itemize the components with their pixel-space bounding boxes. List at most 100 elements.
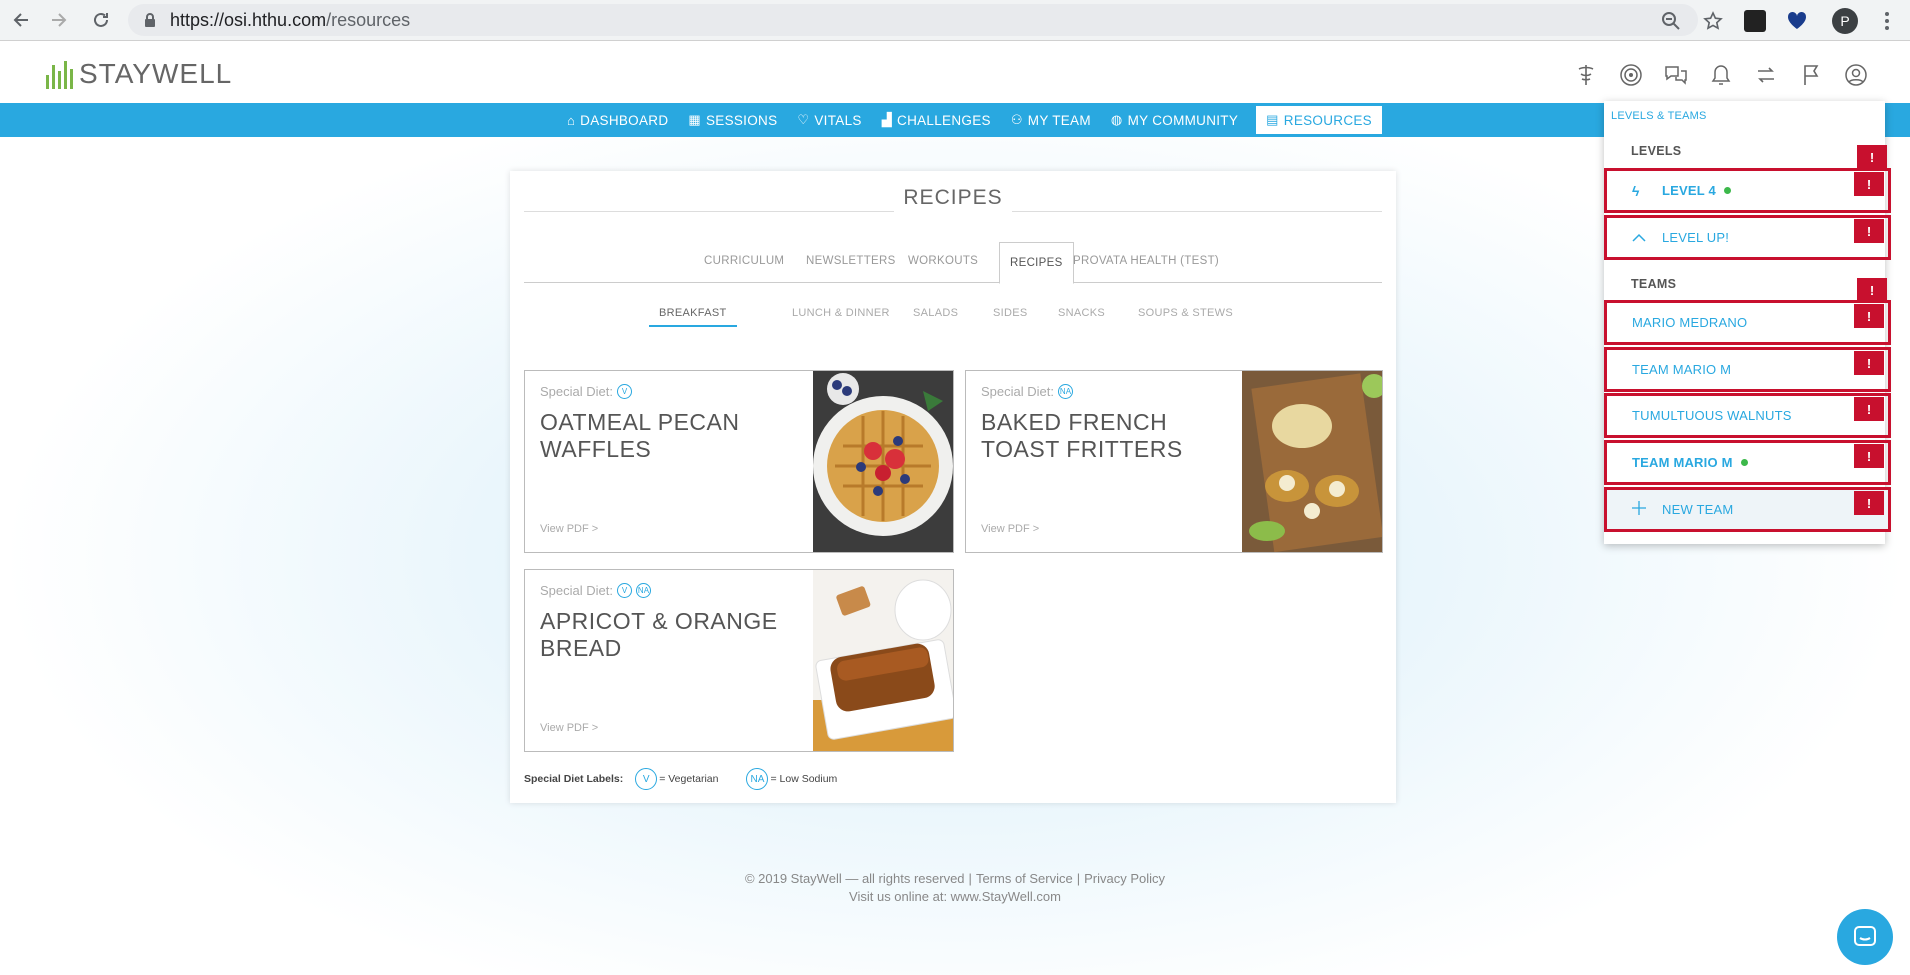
- chat-icon: [1854, 926, 1876, 946]
- calendar-icon: ▦: [688, 112, 701, 127]
- french-toast-image: [1242, 371, 1382, 552]
- error-marker: !: [1854, 172, 1884, 196]
- low-sodium-badge: NA: [746, 768, 769, 790]
- nav-vitals[interactable]: ♡ VITALS: [787, 106, 871, 134]
- profile-avatar[interactable]: P: [1832, 7, 1858, 34]
- subtab-sides[interactable]: SIDES: [993, 307, 1028, 325]
- back-arrow-icon[interactable]: [8, 7, 34, 33]
- nav-resources[interactable]: ▤ RESOURCES: [1256, 106, 1382, 134]
- dropdown-header: LEVELS & TEAMS: [1611, 110, 1707, 122]
- footer: © 2019 StayWell — all rights reserved | Te…: [0, 870, 1910, 906]
- reload-icon[interactable]: [88, 7, 114, 33]
- copyright-text: © 2019 StayWell — all rights reserved: [744, 871, 965, 886]
- recipe-title: APRICOT & ORANGE BREAD: [540, 608, 778, 661]
- logo-bars-icon: [46, 59, 73, 89]
- privacy-link[interactable]: Privacy Policy: [1084, 871, 1165, 886]
- low-sodium-badge: NA: [1057, 384, 1073, 399]
- staywell-logo[interactable]: STAYWELL: [46, 58, 232, 90]
- terms-link[interactable]: Terms of Service: [976, 871, 1073, 886]
- nav-dashboard[interactable]: ⌂ DASHBOARD: [557, 106, 678, 134]
- recipe-card[interactable]: Special Diet: V NA APRICOT & ORANGE BREA…: [524, 569, 954, 752]
- nav-my-team[interactable]: ⚇ MY TEAM: [1001, 106, 1101, 134]
- address-bar[interactable]: https://osi.hthu.com/resources: [128, 4, 1698, 36]
- view-pdf-link[interactable]: View PDF >: [981, 523, 1039, 535]
- error-marker: !: [1854, 444, 1884, 468]
- special-diet-label: Special Diet: V: [540, 384, 632, 399]
- recipe-card[interactable]: Special Diet: NA BAKED FRENCH TOAST FRIT…: [965, 370, 1383, 553]
- diet-legend: Special Diet Labels: V = Vegetarian NA =…: [524, 768, 865, 790]
- zoom-icon[interactable]: [1658, 8, 1684, 34]
- resource-tabs: CURRICULUM NEWSLETTERS WORKOUTS RECIPES …: [524, 241, 1382, 284]
- view-pdf-link[interactable]: View PDF >: [540, 722, 598, 734]
- tab-newsletters[interactable]: NEWSLETTERS: [806, 255, 896, 267]
- resources-icon: ▤: [1266, 112, 1279, 127]
- subtab-lunch-dinner[interactable]: LUNCH & DINNER: [792, 307, 890, 325]
- recipes-card: RECIPES CURRICULUM NEWSLETTERS WORKOUTS …: [510, 171, 1396, 803]
- active-status-dot: [1740, 459, 1748, 466]
- community-icon: ◍: [1110, 112, 1123, 127]
- error-marker: !: [1854, 351, 1884, 375]
- title-divider-right: [1012, 211, 1382, 212]
- recipe-card[interactable]: Special Diet: V OATMEAL PECAN WAFFLES Vi…: [524, 370, 954, 553]
- caduceus-icon[interactable]: [1571, 60, 1600, 89]
- error-marker: !: [1854, 219, 1884, 243]
- tab-recipes[interactable]: RECIPES: [999, 242, 1074, 284]
- subtab-soups-stews[interactable]: SOUPS & STEWS: [1138, 307, 1233, 325]
- new-team-button[interactable]: NEW TEAM: [1604, 487, 1891, 532]
- chat-launcher-button[interactable]: [1837, 909, 1893, 965]
- plus-icon: [1632, 501, 1662, 518]
- nav-challenges[interactable]: ▟ CHALLENGES: [872, 106, 1001, 134]
- special-diet-label: Special Diet: NA: [981, 384, 1073, 399]
- recipe-category-tabs: BREAKFAST LUNCH & DINNER SALADS SIDES SN…: [524, 307, 1382, 337]
- lock-icon: [145, 13, 155, 27]
- recipe-title: BAKED FRENCH TOAST FRITTERS: [981, 409, 1183, 462]
- special-diet-label: Special Diet: V NA: [540, 583, 651, 598]
- podcast-icon[interactable]: [1616, 60, 1645, 89]
- chevron-up-icon: [1632, 230, 1662, 246]
- view-pdf-link[interactable]: View PDF >: [540, 523, 598, 535]
- team-item[interactable]: TEAM MARIO M: [1604, 347, 1891, 392]
- active-status-dot: [1723, 187, 1731, 194]
- subtab-snacks[interactable]: SNACKS: [1058, 307, 1105, 325]
- flag-icon[interactable]: [1796, 60, 1825, 89]
- forward-arrow-icon[interactable]: [46, 7, 72, 33]
- visit-text: Visit us online at: www.StayWell.com: [849, 889, 1061, 904]
- team-item[interactable]: MARIO MEDRANO: [1604, 300, 1891, 345]
- levels-teams-dropdown: LEVELS & TEAMS LEVELS ϟ LEVEL 4 LEVEL UP!…: [1604, 101, 1891, 544]
- levels-teams-icon[interactable]: [1751, 60, 1780, 89]
- error-marker: !: [1857, 278, 1887, 302]
- low-sodium-badge: NA: [635, 583, 651, 598]
- kebab-menu-icon[interactable]: [1874, 8, 1900, 34]
- error-marker: !: [1854, 397, 1884, 421]
- bookmark-star-icon[interactable]: [1700, 8, 1726, 34]
- nav-sessions[interactable]: ▦ SESSIONS: [678, 106, 787, 134]
- chart-icon: ▟: [881, 112, 893, 127]
- browser-toolbar: https://osi.hthu.com/resources P: [0, 0, 1910, 41]
- user-account-icon[interactable]: [1841, 60, 1870, 89]
- level-up-item[interactable]: LEVEL UP!: [1604, 215, 1891, 260]
- logo-text: STAYWELL: [79, 58, 233, 89]
- vegetarian-badge: V: [616, 384, 632, 399]
- error-marker: !: [1854, 304, 1884, 328]
- extension-icon[interactable]: [1742, 8, 1768, 34]
- tab-curriculum[interactable]: CURRICULUM: [704, 255, 784, 267]
- levels-heading: LEVELS: [1631, 144, 1682, 158]
- nav-my-community[interactable]: ◍ MY COMMUNITY: [1101, 106, 1248, 134]
- subtab-breakfast[interactable]: BREAKFAST: [649, 307, 737, 327]
- vegetarian-badge: V: [635, 768, 658, 790]
- recipe-title: OATMEAL PECAN WAFFLES: [540, 409, 740, 462]
- bell-icon[interactable]: [1706, 60, 1735, 89]
- url-host: https://osi.hthu.com: [170, 9, 327, 30]
- level-current-item[interactable]: ϟ LEVEL 4: [1604, 168, 1891, 213]
- heart-extension-icon[interactable]: [1784, 8, 1810, 34]
- waffles-image: [813, 371, 953, 552]
- title-divider-left: [524, 211, 894, 212]
- tab-workouts[interactable]: WORKOUTS: [908, 255, 978, 267]
- tab-provata-health[interactable]: PROVATA HEALTH (TEST): [1073, 255, 1219, 267]
- subtab-salads[interactable]: SALADS: [913, 307, 958, 325]
- team-item-active[interactable]: TEAM MARIO M: [1604, 440, 1891, 485]
- heart-icon: ♡: [797, 112, 810, 127]
- team-item[interactable]: TUMULTUOUS WALNUTS: [1604, 393, 1891, 438]
- lightning-icon: ϟ: [1632, 182, 1640, 199]
- chat-bubbles-icon[interactable]: [1661, 60, 1690, 89]
